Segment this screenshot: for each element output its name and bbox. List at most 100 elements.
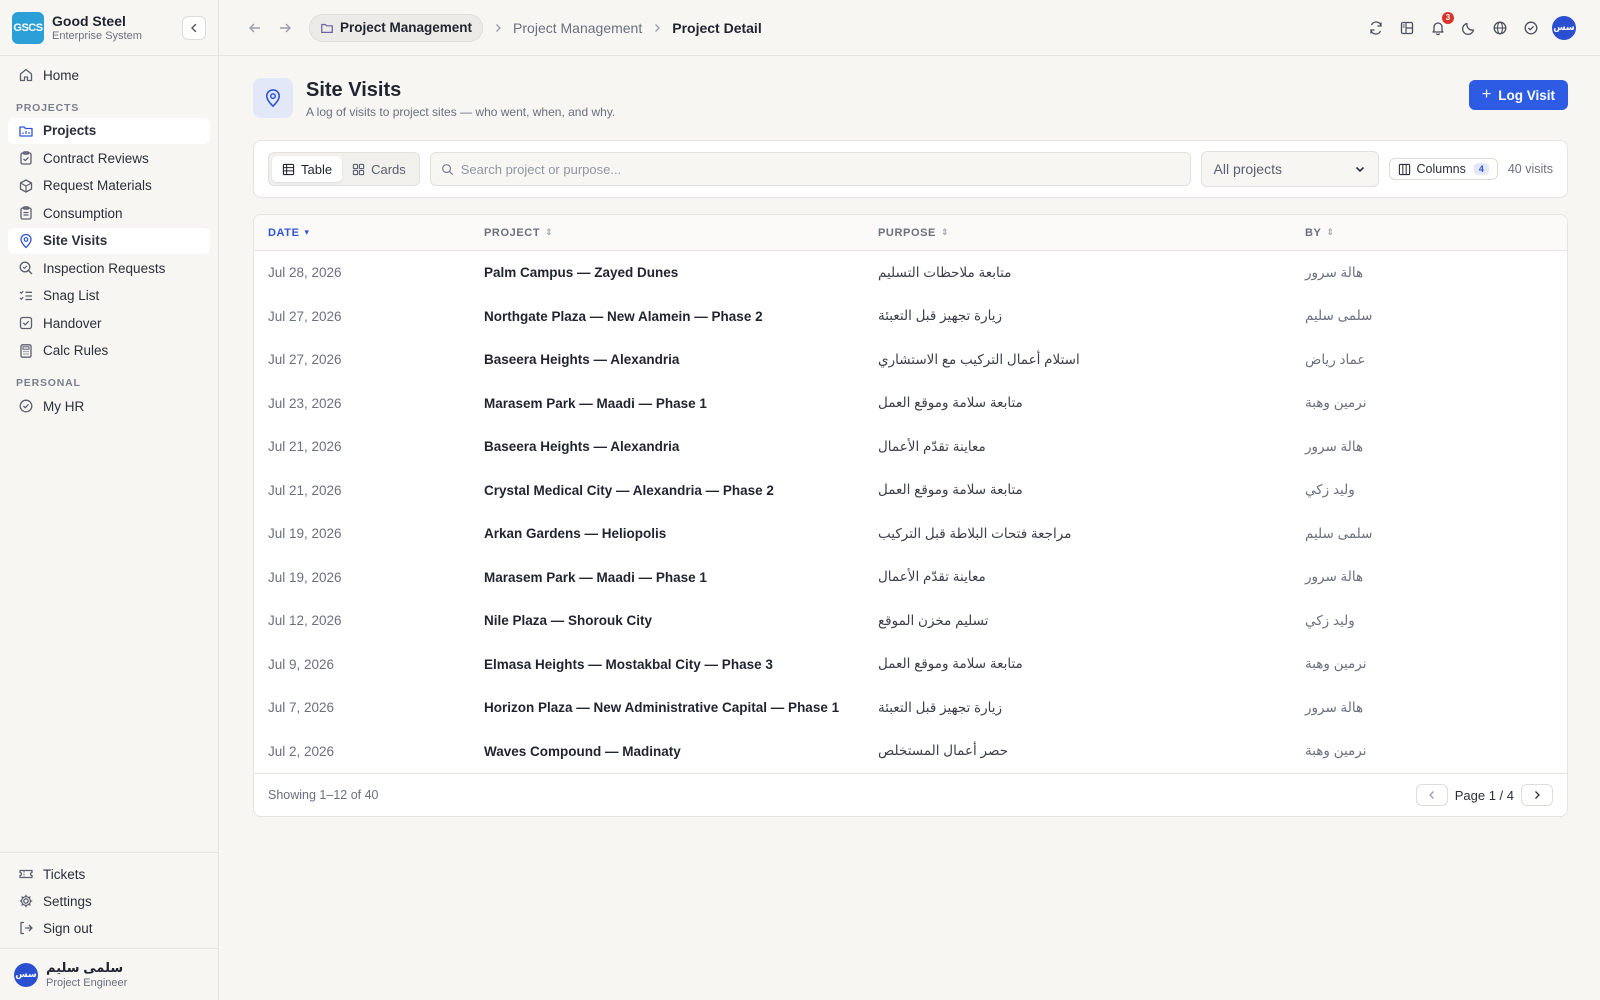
project-filter-select[interactable]: All projects (1200, 151, 1379, 187)
cell-by: عماد رياض (1305, 351, 1366, 367)
sidebar-item-snag-list[interactable]: Snag List (8, 283, 210, 309)
sidebar-item-request-materials[interactable]: Request Materials (8, 173, 210, 199)
grid-icon (352, 163, 365, 176)
sidebar-item-consumption[interactable]: Consumption (8, 200, 210, 226)
language-button[interactable] (1489, 17, 1511, 39)
arrow-left-icon (249, 23, 260, 32)
table-row[interactable]: Jul 9, 2026 Elmasa Heights — Mostakbal Ci… (254, 643, 1567, 687)
columns-label: Columns (1416, 162, 1466, 176)
log-visit-button[interactable]: + Log Visit (1468, 80, 1568, 110)
table-header: DATE ▾ PROJECT ⇕ PURPOSE ⇕ BY ⇕ (254, 215, 1567, 251)
project-filter-value: All projects (1213, 161, 1282, 177)
next-page-button[interactable] (1521, 784, 1553, 806)
table-row[interactable]: Jul 28, 2026 Palm Campus — Zayed Dunes متا… (254, 251, 1567, 295)
chevron-down-icon (1354, 163, 1366, 175)
column-header-project[interactable]: PROJECT ⇕ (484, 227, 878, 239)
sidebar-item-settings[interactable]: Settings (8, 888, 211, 914)
table-row[interactable]: Jul 21, 2026 Crystal Medical City — Alexa… (254, 469, 1567, 513)
breadcrumb-module[interactable]: Project Management (309, 13, 484, 42)
sidebar-item-label: Projects (43, 123, 97, 138)
chevron-left-icon (191, 23, 197, 32)
sidebar-nav: Home PROJECTS Projects Contract Reviews … (0, 56, 218, 427)
search-input[interactable] (460, 161, 1180, 177)
sidebar-item-inspection-requests[interactable]: Inspection Requests (8, 255, 210, 281)
cell-project: Crystal Medical City — Alexandria — Phas… (484, 482, 774, 498)
column-header-purpose[interactable]: PURPOSE ⇕ (878, 227, 1305, 239)
page-header: Site Visits A log of visits to project s… (253, 56, 1568, 140)
forward-button[interactable] (273, 16, 297, 40)
table-row[interactable]: Jul 12, 2026 Nile Plaza — Shorouk City تسل… (254, 599, 1567, 643)
sidebar-item-my-hr[interactable]: My HR (8, 393, 210, 419)
layout-icon (1400, 21, 1414, 34)
table-row[interactable]: Jul 27, 2026 Baseera Heights — Alexandria… (254, 338, 1567, 382)
sidebar-item-tickets[interactable]: Tickets (8, 861, 211, 887)
calculator-icon (18, 343, 34, 359)
cell-project: Arkan Gardens — Heliopolis (484, 526, 667, 542)
cell-date: Jul 12, 2026 (268, 613, 342, 629)
list-checks-icon (18, 288, 34, 304)
view-cards-button[interactable]: Cards (342, 156, 416, 182)
chevron-right-icon (493, 23, 503, 33)
apps-button[interactable] (1396, 17, 1418, 39)
breadcrumb-item[interactable]: Project Management (513, 20, 642, 36)
moon-icon (1461, 22, 1475, 35)
sidebar-item-projects[interactable]: Projects (8, 117, 210, 144)
sidebar-item-label: Tickets (43, 866, 86, 882)
back-button[interactable] (243, 16, 267, 40)
tasks-button[interactable] (1520, 17, 1542, 39)
user-role: Project Engineer (46, 976, 128, 989)
sidebar-item-contract-reviews[interactable]: Contract Reviews (8, 145, 210, 171)
table-footer: Showing 1–12 of 40 Page 1 / 4 (254, 773, 1567, 816)
refresh-button[interactable] (1365, 17, 1387, 39)
square-check-icon (18, 315, 34, 331)
cell-by: سلمى سليم (1305, 308, 1373, 324)
collapse-sidebar-button[interactable] (182, 15, 206, 40)
table-row[interactable]: Jul 7, 2026 Horizon Plaza — New Administr… (254, 686, 1567, 730)
cell-date: Jul 19, 2026 (268, 569, 342, 585)
top-bar: Project Management Project Management Pr… (219, 0, 1600, 56)
notifications-button[interactable]: 3 (1427, 11, 1454, 39)
cell-date: Jul 21, 2026 (268, 439, 342, 455)
search-icon (441, 163, 454, 176)
table-row[interactable]: Jul 27, 2026 Northgate Plaza — New Alamei… (254, 295, 1567, 339)
table-body: Jul 28, 2026 Palm Campus — Zayed Dunes متا… (254, 251, 1567, 773)
cell-project: Marasem Park — Maadi — Phase 1 (484, 395, 707, 411)
table-row[interactable]: Jul 21, 2026 Baseera Heights — Alexandria… (254, 425, 1567, 469)
circle-check-icon (18, 398, 34, 414)
cell-date: Jul 9, 2026 (268, 656, 335, 672)
sidebar-item-label: Settings (43, 893, 92, 909)
sidebar-item-site-visits[interactable]: Site Visits (8, 227, 210, 254)
sidebar-item-label: Handover (43, 315, 102, 331)
column-header-by[interactable]: BY ⇕ (1305, 227, 1567, 239)
cell-date: Jul 27, 2026 (268, 352, 342, 368)
column-header-label: BY (1305, 226, 1322, 239)
table-row[interactable]: Jul 19, 2026 Marasem Park — Maadi — Phase… (254, 556, 1567, 600)
theme-toggle-button[interactable] (1458, 17, 1480, 39)
brand-header: GSCS Good Steel Enterprise System (0, 0, 218, 56)
user-profile[interactable]: سس سلمى سليم Project Engineer (0, 948, 219, 1000)
sidebar-item-label: Consumption (43, 205, 123, 221)
brand-subtitle: Enterprise System (52, 29, 142, 42)
prev-page-button[interactable] (1415, 784, 1448, 806)
sidebar-item-home[interactable]: Home (8, 62, 210, 88)
breadcrumb-module-label: Project Management (340, 20, 473, 35)
page-subtitle: A log of visits to project sites — who w… (306, 105, 616, 119)
user-avatar-button[interactable]: سس (1552, 15, 1576, 40)
folder-icon (18, 123, 34, 139)
plus-icon: + (1481, 86, 1492, 103)
sidebar-item-calc-rules[interactable]: Calc Rules (8, 338, 210, 364)
table-row[interactable]: Jul 19, 2026 Arkan Gardens — Heliopolis مر… (254, 512, 1567, 556)
brand-logo[interactable]: GSCS (12, 11, 44, 44)
search-check-icon (18, 260, 34, 276)
table-row[interactable]: Jul 23, 2026 Marasem Park — Maadi — Phase… (254, 382, 1567, 426)
column-header-date[interactable]: DATE ▾ (254, 227, 484, 239)
column-header-label: DATE (268, 226, 300, 239)
sidebar-item-sign-out[interactable]: Sign out (8, 915, 211, 941)
cell-project: Horizon Plaza — New Administrative Capit… (484, 700, 840, 716)
sidebar-item-label: Inspection Requests (43, 260, 166, 276)
view-table-button[interactable]: Table (272, 156, 343, 182)
cell-project: Waves Compound — Madinaty (484, 743, 681, 759)
columns-button[interactable]: Columns 4 (1388, 158, 1498, 180)
table-row[interactable]: Jul 2, 2026 Waves Compound — Madinaty حصر … (254, 730, 1567, 774)
sidebar-item-handover[interactable]: Handover (8, 310, 210, 336)
